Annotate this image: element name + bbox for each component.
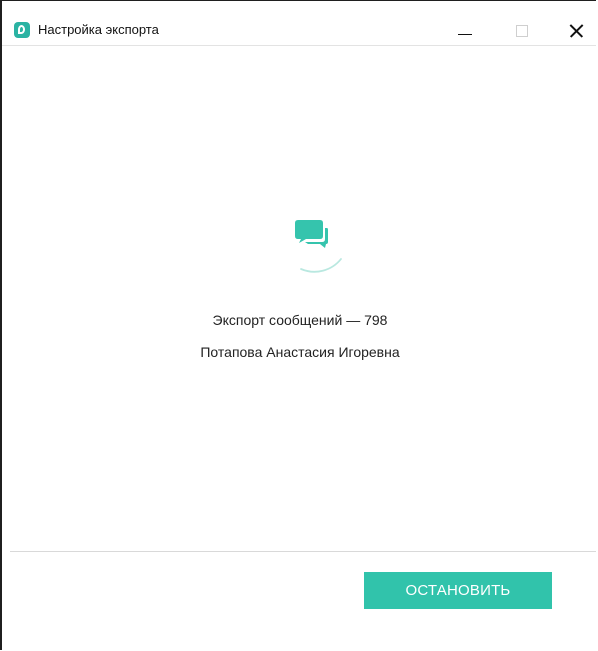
footer-divider <box>10 551 596 552</box>
minimize-icon[interactable] <box>454 21 478 41</box>
stop-button[interactable]: ОСТАНОВИТЬ <box>364 572 552 609</box>
contact-name: Потапова Анастасия Игоревна <box>200 344 400 360</box>
export-status-text: Экспорт сообщений — 798 <box>212 312 388 328</box>
title-bar[interactable]: Настройка экспорта <box>2 1 596 46</box>
chat-bubbles-icon <box>295 220 328 248</box>
close-icon[interactable] <box>565 21 589 41</box>
window-title: Настройка экспорта <box>38 22 159 37</box>
app-logo-icon <box>14 22 30 38</box>
loading-spinner <box>295 220 342 273</box>
maximize-icon[interactable] <box>512 21 536 41</box>
export-settings-window: Настройка экспорта Экспорт сообщений — 7… <box>0 0 596 650</box>
export-progress-indicator <box>275 207 355 287</box>
